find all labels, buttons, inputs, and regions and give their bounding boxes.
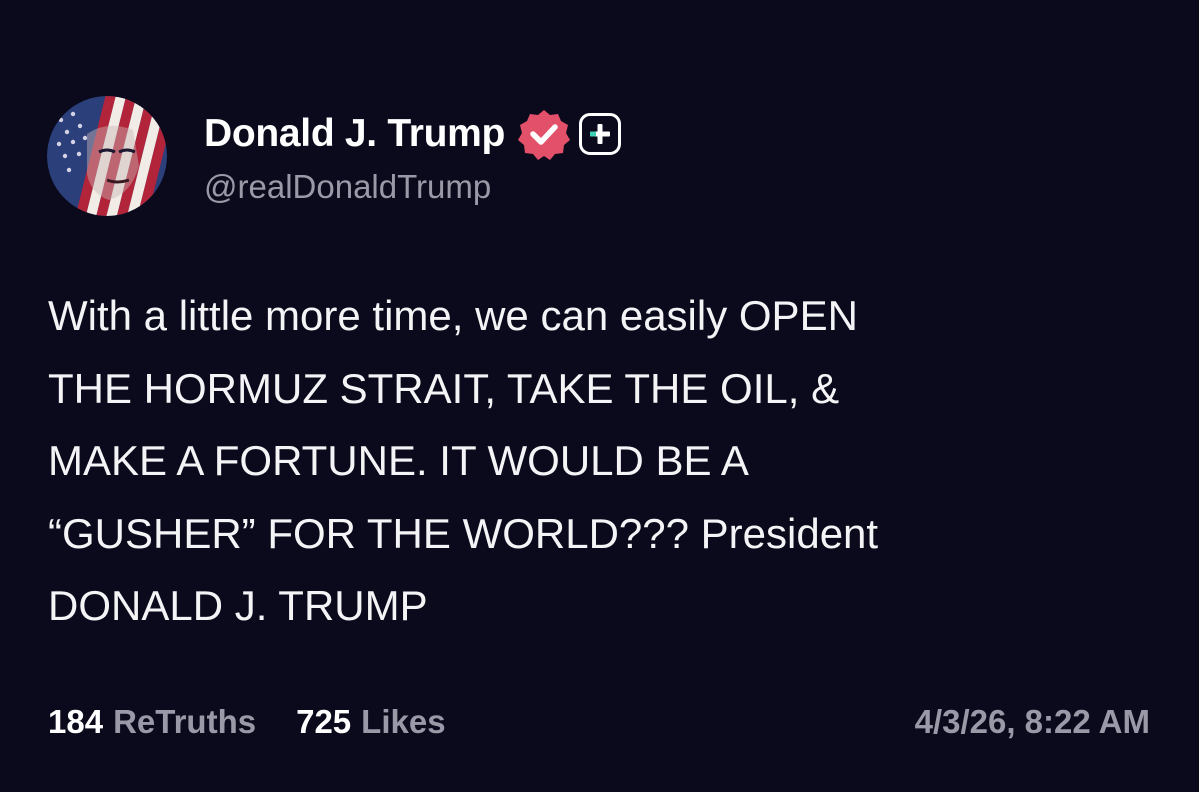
author-handle[interactable]: @realDonaldTrump — [204, 168, 491, 206]
author-name-row: Donald J. Trump — [204, 107, 622, 161]
flag-portrait-icon — [47, 96, 167, 216]
avatar[interactable] — [47, 96, 167, 216]
retruths-label: ReTruths — [113, 703, 257, 740]
post-text-line: “GUSHER” FOR THE WORLD??? President — [48, 509, 879, 557]
verified-badge-icon — [517, 107, 571, 161]
plus-badge-icon — [579, 113, 622, 155]
post-text: With a little more time, we can easily O… — [48, 280, 1158, 643]
retruths-stat[interactable]: 184 ReTruths — [48, 703, 256, 741]
post-text-line: MAKE A FORTUNE. IT WOULD BE A — [48, 437, 749, 484]
post-text-line: With a little more time, we can easily O… — [48, 292, 858, 339]
post-text-line: DONALD J. TRUMP — [48, 582, 428, 629]
likes-stat[interactable]: 725 Likes — [296, 703, 445, 741]
retruths-count: 184 — [48, 703, 104, 740]
likes-count: 725 — [296, 703, 352, 740]
display-name[interactable]: Donald J. Trump — [204, 112, 505, 156]
post-text-line: THE HORMUZ STRAIT, TAKE THE OIL, & — [48, 364, 840, 412]
post-timestamp: 4/3/26, 8:22 AM — [914, 703, 1150, 740]
post-card: Donald J. Trump @realDonaldTrump With a … — [0, 0, 1199, 792]
post-footer: 184 ReTruths 725 Likes 4/3/26, 8:22 AM — [48, 700, 1150, 744]
likes-label: Likes — [361, 703, 446, 740]
